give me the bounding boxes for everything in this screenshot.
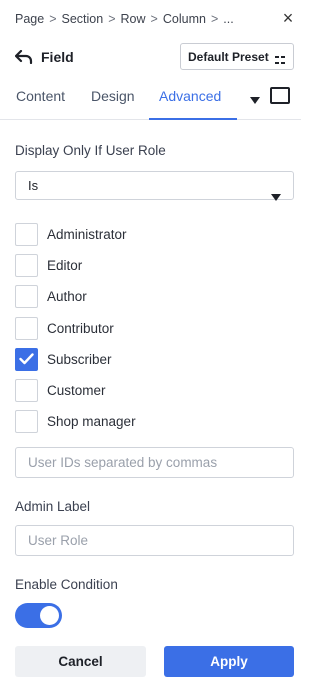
role-item-subscriber[interactable]: Subscriber — [15, 344, 275, 375]
breadcrumb-separator: > — [49, 12, 57, 26]
preset-grid-icon — [274, 53, 285, 64]
checkbox[interactable] — [15, 316, 38, 340]
tab-content[interactable]: Content — [16, 80, 65, 120]
close-icon[interactable]: × — [280, 8, 296, 28]
responsive-square-icon[interactable] — [270, 87, 290, 104]
page-title: Field — [41, 49, 74, 65]
caret-down-icon — [271, 183, 281, 201]
breadcrumb-item-more[interactable]: ... — [223, 12, 233, 26]
enable-condition-label: Enable Condition — [15, 577, 118, 592]
role-item-shop-manager[interactable]: Shop manager — [15, 406, 275, 437]
breadcrumb-item-page[interactable]: Page — [15, 12, 44, 26]
checkbox[interactable] — [15, 254, 38, 278]
role-label: Customer — [47, 383, 106, 399]
role-item-author[interactable]: Author — [15, 281, 275, 312]
breadcrumb-item-section[interactable]: Section — [62, 12, 104, 26]
breadcrumb: Page > Section > Row > Column > ... — [15, 10, 265, 28]
toggle-knob — [40, 606, 59, 625]
role-label: Shop manager — [47, 414, 136, 430]
breadcrumb-separator: > — [210, 12, 219, 26]
role-label: Author — [47, 289, 87, 305]
breadcrumb-separator: > — [108, 12, 116, 26]
preset-button-label: Default Preset — [188, 49, 269, 64]
checkbox-checked[interactable] — [15, 347, 38, 371]
caret-down-icon[interactable] — [250, 92, 260, 104]
back-arrow-icon[interactable] — [15, 48, 33, 66]
checkmark-icon — [19, 353, 34, 365]
role-label: Contributor — [47, 320, 114, 336]
checkbox[interactable] — [15, 285, 38, 309]
role-item-editor[interactable]: Editor — [15, 250, 275, 281]
role-operator-value: Is — [28, 178, 39, 193]
tab-design[interactable]: Design — [91, 80, 135, 120]
apply-button[interactable]: Apply — [164, 646, 294, 677]
checkbox[interactable] — [15, 379, 38, 403]
role-item-administrator[interactable]: Administrator — [15, 219, 275, 250]
admin-label-input[interactable] — [15, 525, 294, 556]
checkbox[interactable] — [15, 223, 38, 247]
checkbox[interactable] — [15, 410, 38, 434]
role-label: Editor — [47, 258, 83, 274]
tab-advanced[interactable]: Advanced — [149, 80, 237, 120]
role-label: Subscriber — [47, 351, 112, 367]
breadcrumb-separator: > — [150, 12, 158, 26]
cancel-button[interactable]: Cancel — [15, 646, 146, 677]
breadcrumb-item-column[interactable]: Column — [163, 12, 206, 26]
preset-button[interactable]: Default Preset — [180, 43, 294, 70]
header-back[interactable]: Field — [15, 44, 74, 70]
role-item-contributor[interactable]: Contributor — [15, 313, 275, 344]
role-item-customer[interactable]: Customer — [15, 375, 275, 406]
role-operator-select[interactable]: Is — [15, 171, 294, 201]
admin-label-heading: Admin Label — [15, 499, 91, 514]
role-checklist: Administrator Editor Author Contributor … — [15, 219, 275, 437]
role-label: Administrator — [47, 227, 127, 243]
display-condition-label: Display Only If User Role — [15, 143, 166, 158]
breadcrumb-item-row[interactable]: Row — [121, 12, 146, 26]
user-ids-input[interactable] — [15, 447, 294, 478]
enable-condition-toggle[interactable] — [15, 603, 62, 628]
